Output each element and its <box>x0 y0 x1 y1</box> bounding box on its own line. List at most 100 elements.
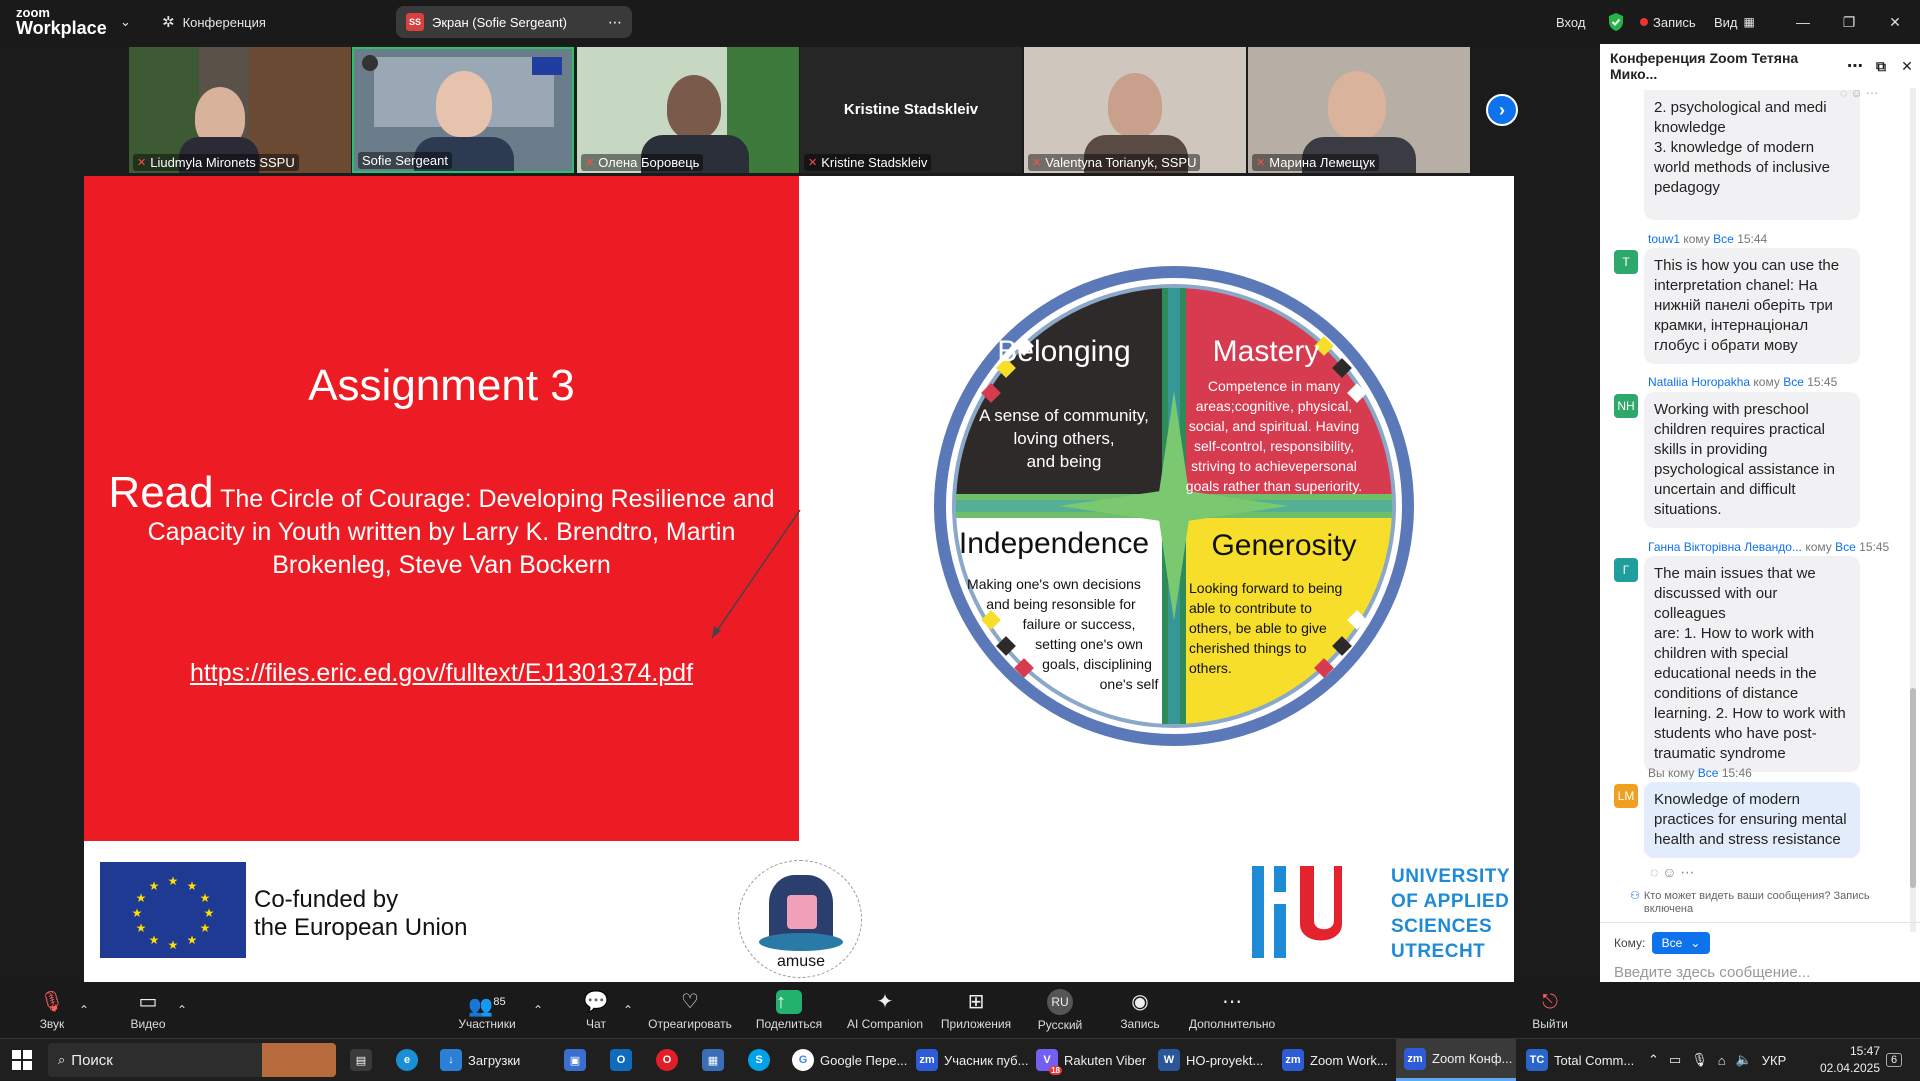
popout-icon[interactable]: ⧉ <box>1868 58 1894 75</box>
independence-text-6: one's self <box>1100 676 1159 692</box>
avatar[interactable]: T <box>1614 250 1638 274</box>
chat-options-chevron-icon[interactable]: ⌃ <box>620 982 636 1038</box>
windows-start-icon[interactable] <box>12 1039 32 1081</box>
chevron-up-icon[interactable]: ⌃ <box>1648 1052 1659 1068</box>
ai-companion-button[interactable]: ✦ AI Companion <box>842 982 928 1038</box>
recipient-dropdown[interactable]: Все ⌄ <box>1652 932 1710 954</box>
scrollbar-thumb[interactable] <box>1910 688 1916 888</box>
participant-tile[interactable]: ✕ Марина Лемещук <box>1248 47 1470 173</box>
independence-text-4: setting one's own <box>1035 636 1143 652</box>
view-button[interactable]: Вид ▦ <box>1714 0 1755 44</box>
apps-button[interactable]: ⊞ Приложения <box>938 982 1014 1038</box>
taskbar-item-participant[interactable]: zm Учасник пуб... <box>916 1039 1028 1081</box>
privacy-note[interactable]: ⚇ Кто может видеть ваши сообщения? Запис… <box>1630 890 1870 916</box>
eu-flag-background <box>532 57 562 75</box>
taskbar-item-google-translate[interactable]: G Google Пере... <box>792 1039 907 1081</box>
app-menu-chevron-icon[interactable]: ⌄ <box>120 0 131 44</box>
amuse-logo: amuse <box>738 860 862 978</box>
share-screen-icon: ↑ <box>776 989 802 1014</box>
screen-share-indicator[interactable]: SS Экран (Sofie Sergeant) ⋯ <box>396 6 632 38</box>
more-options-icon[interactable]: ⋯ <box>1842 56 1868 76</box>
search-highlight-image <box>262 1043 336 1077</box>
slide-link[interactable]: https://files.eric.ed.gov/fulltext/EJ130… <box>84 659 799 688</box>
react-button[interactable]: ♡ Отреагировать <box>644 982 736 1038</box>
edge-icon[interactable]: e <box>396 1039 418 1081</box>
viber-icon: V 18 <box>1036 1049 1062 1075</box>
avatar[interactable]: NH <box>1614 394 1638 418</box>
store-icon[interactable]: ▣ <box>564 1039 586 1081</box>
taskbar-item-viber[interactable]: V 18 Rakuten Viber <box>1036 1039 1146 1081</box>
recording-indicator[interactable]: Запись <box>1640 0 1696 44</box>
svg-text:★: ★ <box>187 879 198 893</box>
minimize-icon[interactable]: — <box>1780 0 1826 44</box>
taskbar-item-total-commander[interactable]: TC Total Comm... <box>1526 1039 1634 1081</box>
mic-muted-icon: ✕ <box>1256 157 1266 169</box>
camera-icon[interactable]: ▭ <box>1669 1052 1681 1068</box>
taskbar-item-word[interactable]: W HO-proyekt... <box>1158 1039 1263 1081</box>
avatar[interactable]: Г <box>1614 558 1638 582</box>
opera-icon[interactable]: O <box>656 1039 678 1081</box>
security-shield-icon[interactable] <box>1607 0 1625 44</box>
outlook-icon[interactable]: O <box>610 1039 632 1081</box>
meeting-info-button[interactable]: ✲ Конференция <box>162 0 266 44</box>
mic-icon[interactable]: 🎙 <box>1691 1052 1708 1068</box>
restore-icon[interactable]: ❐ <box>1826 0 1872 44</box>
camera-icon: ▭ <box>138 990 158 1013</box>
participant-tile-active[interactable]: Sofie Sergeant <box>352 47 574 173</box>
generosity-text-4: cherished things to <box>1189 640 1307 656</box>
generosity-text-3: others, be able to give <box>1189 620 1327 636</box>
leave-button[interactable]: ⎋ Выйти <box>1520 982 1580 1038</box>
slide-red-panel: Assignment 3 Read The Circle of Courage:… <box>84 176 801 841</box>
keyboard-language[interactable]: УКР <box>1762 1053 1787 1068</box>
audio-options-chevron-icon[interactable]: ⌃ <box>76 982 92 1038</box>
generosity-text-1: Looking forward to being <box>1189 580 1342 596</box>
system-clock[interactable]: 15:47 02.04.2025 <box>1800 1043 1880 1077</box>
participant-face <box>667 75 721 139</box>
chat-message-bubble: Working with preschool children requires… <box>1644 392 1860 528</box>
participant-tile[interactable]: ✕ Liudmyla Mironets SSPU <box>129 47 351 173</box>
calculator-icon[interactable]: ▦ <box>702 1039 724 1081</box>
participant-tile[interactable]: Kristine Stadskleiv ✕ Kristine Stadskleiv <box>800 47 1022 173</box>
close-icon[interactable]: ✕ <box>1872 0 1918 44</box>
close-icon[interactable]: ✕ <box>1894 58 1920 75</box>
video-button[interactable]: ▭ Видео <box>118 982 178 1038</box>
chat-button[interactable]: 💬 Чат <box>566 982 626 1038</box>
avatar[interactable]: LM <box>1614 784 1638 808</box>
volume-icon[interactable]: 🔈 <box>1736 1052 1752 1068</box>
share-button[interactable]: ↑ Поделиться <box>748 982 830 1038</box>
chat-header: Конференция Zoom Тетяна Мико... ⋯ ⧉ ✕ <box>1600 44 1920 88</box>
svg-text:★: ★ <box>136 891 147 905</box>
leave-icon: ⎋ <box>1542 990 1558 1013</box>
task-view-icon[interactable]: ▤ <box>350 1039 372 1081</box>
svg-text:★: ★ <box>200 921 211 935</box>
message-reaction-icons[interactable]: ◌ ☺ ⋯ <box>1840 86 1878 100</box>
participant-name: ✕ Liudmyla Mironets SSPU <box>133 154 299 171</box>
record-button[interactable]: ◉ Запись <box>1110 982 1170 1038</box>
skype-icon[interactable]: S <box>748 1039 770 1081</box>
participant-tile[interactable]: ✕ Valentyna Torianyk, SSPU <box>1024 47 1246 173</box>
participants-options-chevron-icon[interactable]: ⌃ <box>530 982 546 1038</box>
system-tray[interactable]: ⌃ ▭ 🎙 ⌂ 🔈 УКР <box>1648 1039 1786 1081</box>
message-reaction-icons[interactable]: ◌ ☺ ⋯ <box>1650 864 1694 881</box>
taskbar-item-zoom-meeting-active[interactable]: zm Zoom Конф... <box>1396 1039 1516 1081</box>
signin-button[interactable]: Вход <box>1556 0 1585 44</box>
total-commander-icon: TC <box>1526 1049 1548 1071</box>
hu-logo-icon <box>1252 866 1342 958</box>
network-icon[interactable]: ⌂ <box>1718 1053 1726 1068</box>
taskbar-item-zoom-workplace[interactable]: zm Zoom Work... <box>1282 1039 1388 1081</box>
participants-button[interactable]: 👥85 Участники <box>452 982 522 1038</box>
notification-badge: 18 <box>1049 1066 1062 1075</box>
participant-tile[interactable]: ✕ Олена Боровець <box>577 47 799 173</box>
chat-scrollbar[interactable] <box>1910 88 1916 932</box>
belonging-text-3: and being <box>1027 452 1102 471</box>
notifications-icon[interactable]: 6 <box>1886 1039 1903 1081</box>
more-options-icon[interactable]: ⋯ <box>608 14 622 31</box>
more-button[interactable]: ⋯ Дополнительно <box>1186 982 1278 1038</box>
taskbar-search[interactable]: ⌕ Поиск <box>48 1043 336 1077</box>
language-interpretation-button[interactable]: RU Русский <box>1030 982 1090 1038</box>
video-options-chevron-icon[interactable]: ⌃ <box>174 982 190 1038</box>
record-dot-icon <box>1640 18 1648 26</box>
taskbar-item-downloads[interactable]: ↓ Загрузки <box>440 1039 520 1081</box>
next-page-arrow-icon[interactable]: › <box>1486 94 1518 126</box>
audio-button[interactable]: 🎙 Звук <box>22 982 82 1038</box>
